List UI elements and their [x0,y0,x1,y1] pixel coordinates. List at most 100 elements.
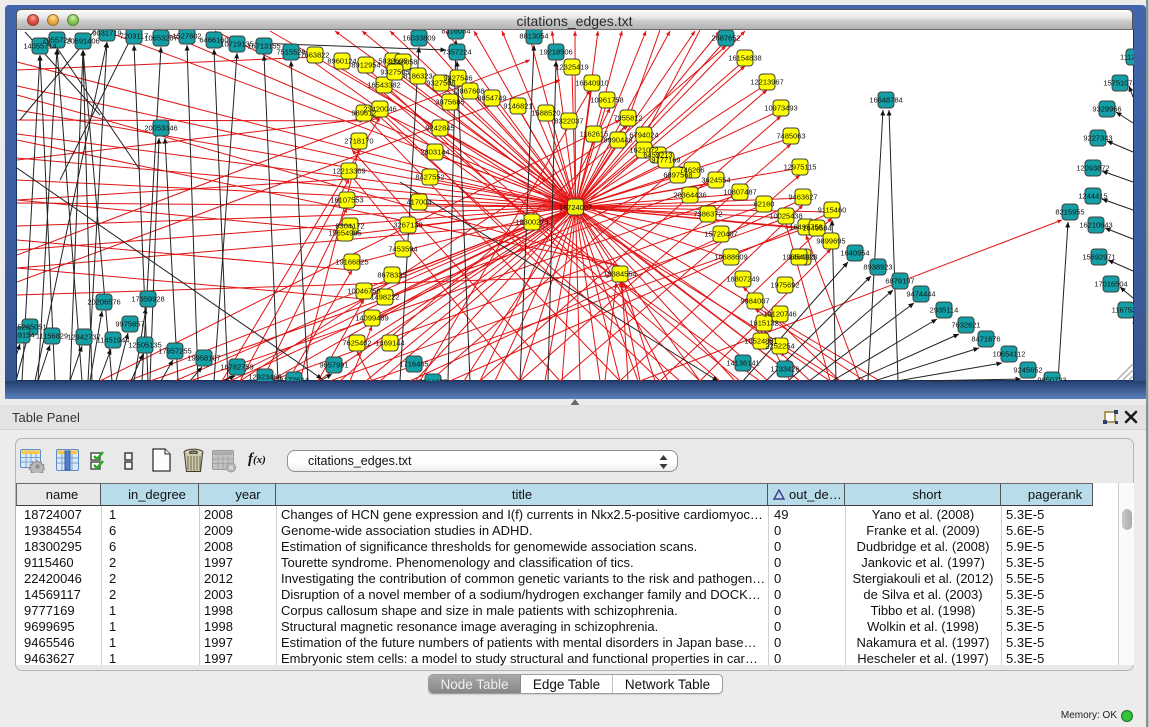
svg-text:9327546: 9327546 [443,74,472,83]
svg-text:1733426: 1733426 [770,365,799,374]
svg-text:11156829: 11156829 [36,332,68,341]
svg-text:10688609: 10688609 [714,253,747,262]
svg-text:7485063: 7485063 [776,132,805,141]
svg-text:10120746: 10120746 [763,310,796,319]
svg-text:6897568: 6897568 [663,171,692,180]
svg-text:7632621: 7632621 [951,321,980,330]
svg-text:8912954: 8912954 [351,61,380,70]
svg-text:12923468: 12923468 [248,373,281,382]
svg-text:6879197: 6879197 [885,277,914,286]
svg-text:18807249: 18807249 [726,275,759,284]
svg-text:8471676: 8471676 [971,335,1000,344]
svg-text:9227343: 9227343 [1083,134,1112,143]
svg-text:9975857: 9975857 [115,320,144,329]
svg-text:11451944: 11451944 [97,336,130,345]
svg-text:7625402: 7625402 [342,339,371,348]
svg-text:16640910: 16640910 [575,79,608,88]
svg-text:9146058: 9146058 [388,58,417,67]
svg-text:9115460: 9115460 [818,206,847,215]
svg-text:2718170: 2718170 [344,137,373,146]
svg-text:8322037: 8322037 [554,117,583,126]
svg-text:16033809: 16033809 [402,34,435,43]
svg-text:1716465: 1716465 [399,360,428,369]
svg-text:19654985: 19654985 [328,229,361,238]
svg-text:19654923: 19654923 [782,253,815,262]
svg-text:8427552: 8427552 [415,173,444,182]
svg-text:989612: 989612 [351,109,376,118]
svg-text:12213369: 12213369 [332,167,365,176]
svg-text:16782759: 16782759 [220,363,253,372]
svg-text:20691406: 20691406 [66,37,99,46]
svg-text:9245652: 9245652 [1013,366,1042,375]
svg-text:9242845: 9242845 [425,124,454,133]
svg-text:10973493: 10973493 [764,104,797,113]
svg-text:1975692: 1975692 [770,281,799,290]
svg-text:12213967: 12213967 [750,78,783,87]
svg-text:16210643: 16210643 [1079,221,1112,230]
svg-text:3875685: 3875685 [435,98,464,107]
svg-text:20053346: 20053346 [144,124,177,133]
svg-text:1244415: 1244415 [1078,192,1107,201]
svg-text:9850723: 9850723 [1037,376,1066,382]
svg-text:9777169: 9777169 [651,156,680,165]
svg-text:3267130: 3267130 [393,221,422,230]
svg-text:16648784: 16648784 [869,96,902,105]
svg-text:7386372: 7386372 [693,210,722,219]
svg-text:8172644: 8172644 [279,376,308,382]
svg-text:10654112: 10654112 [993,350,1026,359]
svg-text:2687652: 2687652 [711,34,740,43]
svg-text:417004: 417004 [406,198,431,207]
svg-text:939154: 939154 [17,331,35,340]
svg-text:19958107: 19958107 [187,354,220,363]
svg-text:8678335: 8678335 [377,271,406,280]
svg-text:8938923: 8938923 [863,263,892,272]
svg-text:1640954: 1640954 [840,249,869,258]
svg-text:1498222: 1498222 [370,293,399,302]
svg-text:8854749: 8854749 [477,94,506,103]
svg-text:18724007: 18724007 [559,203,592,212]
svg-text:9031719: 9031719 [92,30,121,38]
svg-text:20206576: 20206576 [87,298,120,307]
svg-text:10807487: 10807487 [723,188,756,197]
svg-text:12975115: 12975115 [784,163,817,172]
svg-text:8813054: 8813054 [519,32,548,41]
svg-text:19218506: 19218506 [539,48,572,57]
svg-text:15720407: 15720407 [704,230,737,239]
svg-text:2803144: 2803144 [420,148,449,157]
svg-text:16543382: 16543382 [367,81,400,90]
svg-text:9657991: 9657991 [319,361,348,370]
svg-text:1469144: 1469144 [375,339,404,348]
svg-text:7357224: 7357224 [442,48,471,57]
svg-text:17359928: 17359928 [131,295,164,304]
svg-text:7453594: 7453594 [388,245,417,254]
svg-text:7264055: 7264055 [418,378,447,382]
svg-text:15692971: 15692971 [1082,253,1115,262]
svg-text:14136141: 14136141 [726,359,759,368]
svg-text:9899695: 9899695 [816,237,845,246]
svg-text:62160: 62160 [754,200,775,209]
svg-text:8215955: 8215955 [1055,208,1084,217]
svg-text:12325419: 12325419 [555,63,588,72]
svg-text:3624554: 3624554 [701,176,730,185]
svg-text:19384554: 19384554 [603,270,636,279]
svg-text:7663822: 7663822 [300,51,329,60]
svg-text:9084007: 9084007 [740,297,769,306]
svg-text:2935114: 2935114 [930,306,959,315]
svg-text:9329966: 9329966 [1092,105,1121,114]
svg-text:1112905: 1112905 [1120,53,1134,62]
svg-text:7955812: 7955812 [613,114,642,123]
svg-text:20364436: 20364436 [673,191,706,200]
svg-text:1527602: 1527602 [172,32,201,41]
svg-text:9463627: 9463627 [788,193,817,202]
svg-text:8990448: 8990448 [603,136,632,145]
svg-text:16154838: 16154838 [728,54,761,63]
svg-text:14099489: 14099489 [355,314,388,323]
svg-text:17016504: 17016504 [1094,280,1127,289]
svg-text:18300273: 18300273 [515,218,548,227]
svg-text:9146821: 9146821 [503,102,532,111]
svg-text:1615132: 1615132 [749,319,778,328]
svg-text:2252254: 2252254 [765,342,794,351]
svg-text:1167533: 1167533 [1112,306,1134,315]
svg-text:15751074: 15751074 [1103,79,1134,88]
svg-text:8316054: 8316054 [441,30,470,36]
